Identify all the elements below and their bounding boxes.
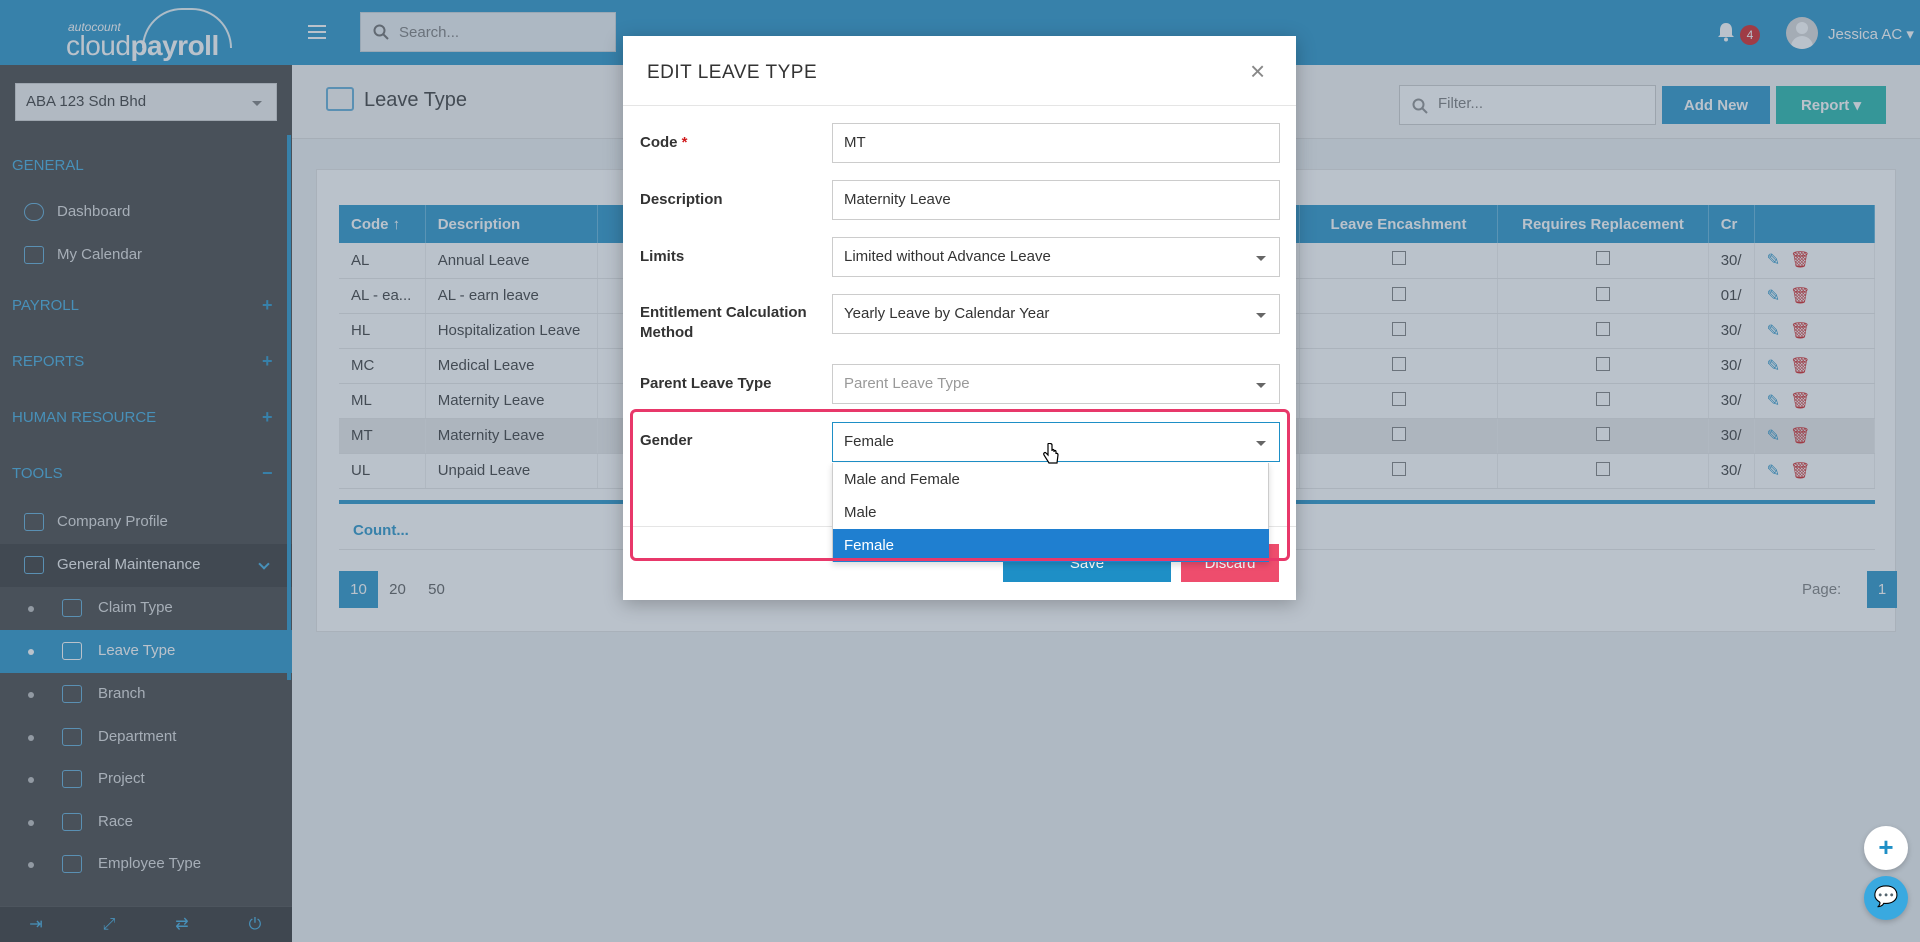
dialog-header: EDIT LEAVE TYPE × (623, 36, 1296, 106)
description-label: Description (640, 191, 723, 208)
chevron-down-icon (1256, 256, 1266, 261)
chevron-down-icon (1256, 313, 1266, 318)
description-field[interactable]: Maternity Leave (832, 180, 1280, 220)
parent-leave-type-label: Parent Leave Type (640, 375, 772, 392)
add-fab-button[interactable]: + (1864, 826, 1908, 870)
entitlement-label: Entitlement Calculation Method (640, 304, 807, 341)
close-icon[interactable]: × (1250, 56, 1265, 87)
code-field[interactable]: MT (832, 123, 1280, 163)
parent-leave-type-select[interactable]: Parent Leave Type (832, 364, 1280, 404)
chat-icon[interactable]: 💬 (1864, 876, 1908, 920)
hand-cursor-icon (1043, 443, 1059, 464)
highlight-annotation (630, 409, 1290, 561)
code-label: Code * (640, 134, 688, 151)
limits-select[interactable]: Limited without Advance Leave (832, 237, 1280, 277)
chevron-down-icon (1256, 383, 1266, 388)
limits-label: Limits (640, 248, 685, 265)
entitlement-select[interactable]: Yearly Leave by Calendar Year (832, 294, 1280, 334)
dialog-title: EDIT LEAVE TYPE (647, 62, 818, 83)
